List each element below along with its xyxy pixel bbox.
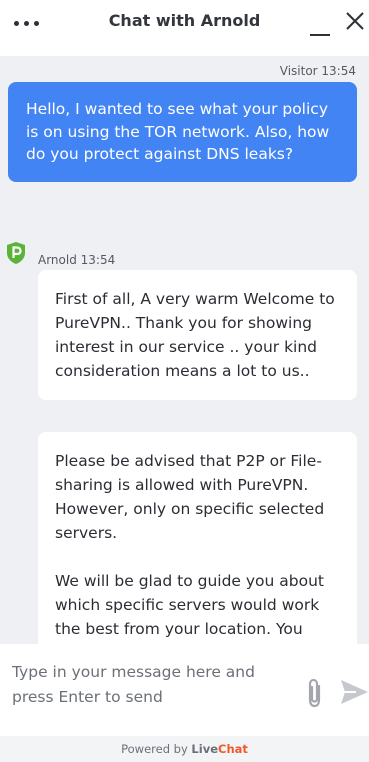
agent-message-meta: Arnold 13:54 bbox=[38, 253, 116, 267]
close-icon[interactable] bbox=[344, 9, 366, 33]
send-arrow-icon[interactable] bbox=[338, 677, 369, 707]
paperclip-icon[interactable] bbox=[304, 677, 326, 709]
agent-message-bubble: Please be advised that P2P or File-shari… bbox=[38, 432, 357, 644]
powered-by-footer: Powered by LiveChat bbox=[0, 736, 369, 762]
visitor-message-meta: Visitor 13:54 bbox=[279, 64, 356, 78]
purevpn-logo-icon bbox=[5, 241, 27, 265]
agent-message-bubble: First of all, A very warm Welcome to Pur… bbox=[38, 270, 357, 400]
message-list[interactable]: Visitor 13:54 Hello, I wanted to see wha… bbox=[0, 56, 369, 644]
livechat-brand-chat[interactable]: Chat bbox=[218, 742, 248, 756]
message-paragraph: First of all, A very warm Welcome to Pur… bbox=[55, 290, 335, 380]
message-input[interactable] bbox=[12, 660, 294, 720]
chat-header: Chat with Arnold bbox=[0, 0, 369, 56]
message-composer bbox=[0, 644, 369, 736]
message-paragraph: Please be advised that P2P or File-shari… bbox=[55, 452, 325, 542]
message-paragraph: We will be glad to guide you about which… bbox=[55, 572, 325, 638]
minimize-icon[interactable] bbox=[310, 16, 332, 36]
powered-by-text: Powered by bbox=[121, 742, 192, 756]
visitor-message-bubble: Hello, I wanted to see what your policy … bbox=[8, 82, 357, 182]
livechat-brand-live[interactable]: Live bbox=[191, 742, 218, 756]
